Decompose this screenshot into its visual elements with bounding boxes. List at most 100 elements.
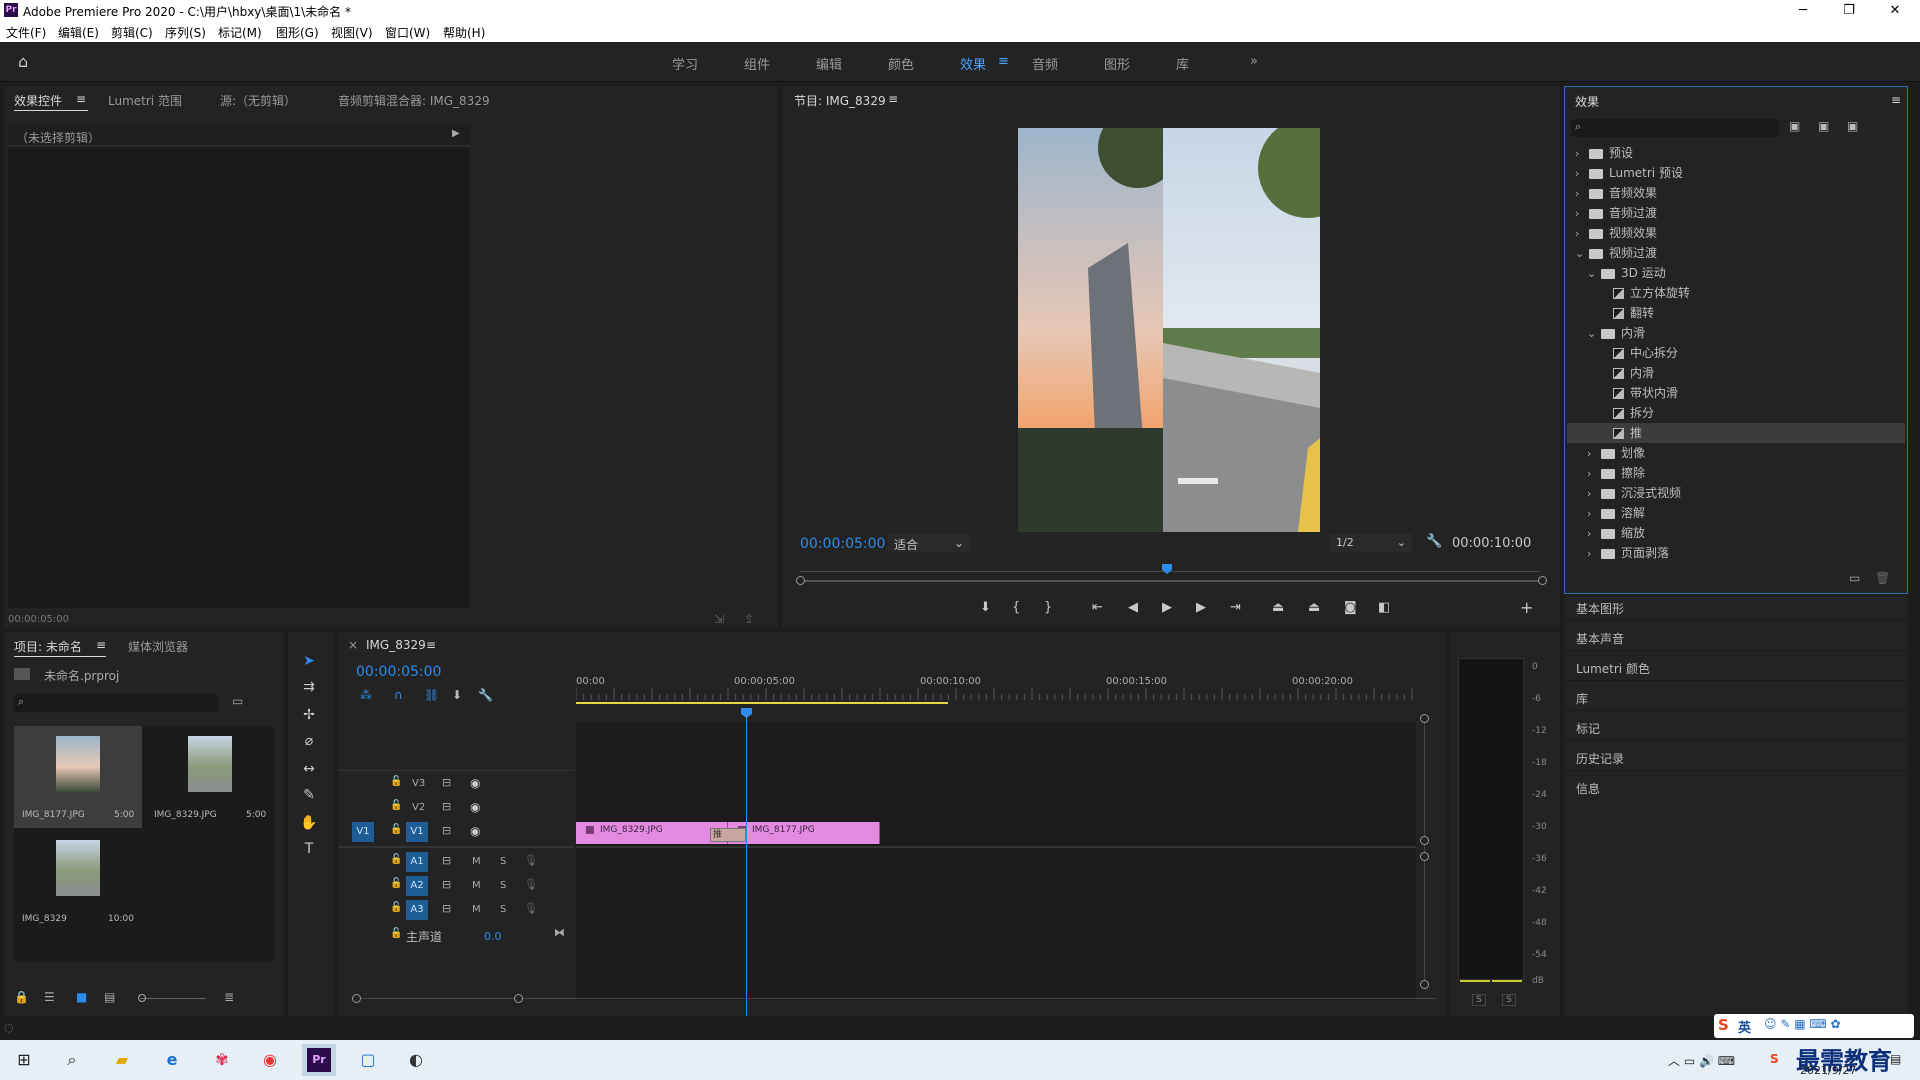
solo-button[interactable]: S [500, 856, 506, 867]
effect-folder[interactable]: › 视频效果 [1567, 223, 1905, 243]
project-item[interactable]: IMG_8329.JPG 5:00 [146, 726, 274, 828]
snap-icon[interactable]: ∩ [394, 688, 403, 702]
effect-folder[interactable]: ⌄ 内滑 [1567, 323, 1905, 343]
workspace-audio[interactable]: 音频 [1032, 54, 1058, 73]
effects-search-input[interactable]: ⌕ [1571, 119, 1779, 137]
microphone-icon[interactable]: 🎙 [524, 878, 538, 891]
eye-icon[interactable]: ◉ [470, 776, 480, 790]
linked-selection-icon[interactable]: ⛓ [424, 688, 439, 702]
vscroll-handle[interactable] [1420, 980, 1429, 989]
edge-browser-icon[interactable]: e [156, 1046, 188, 1074]
camera-icon[interactable]: ◙ [1344, 600, 1357, 615]
project-item[interactable]: IMG_8329 10:00 [14, 830, 142, 932]
track-select-tool-icon[interactable]: ⇉ [298, 676, 320, 698]
tab-source[interactable]: 源:（无剪辑） [220, 92, 296, 109]
chevron-right-icon[interactable]: › [1587, 484, 1597, 504]
eye-icon[interactable]: ◉ [470, 824, 480, 838]
play-triangle-icon[interactable]: ▶ [452, 128, 460, 139]
mute-button[interactable]: M [472, 856, 481, 867]
track-area[interactable] [576, 722, 1416, 1000]
panel-essential-graphics[interactable]: 基本图形 [1576, 600, 1624, 617]
lift-icon[interactable]: ⏏ [1272, 600, 1284, 615]
extract-icon[interactable]: ⏏ [1308, 600, 1320, 615]
menu-help[interactable]: 帮助(H) [443, 24, 485, 41]
effect-item[interactable]: 内滑 [1567, 363, 1905, 383]
effect-folder[interactable]: › 擦除 [1567, 463, 1905, 483]
project-menu-icon[interactable]: ≡ [96, 638, 106, 652]
project-search-input[interactable]: ⌕ [14, 694, 218, 712]
tab-project[interactable]: 项目: 未命名 [14, 638, 82, 655]
tab-effect-controls[interactable]: 效果控件 [14, 92, 62, 109]
menu-file[interactable]: 文件(F) [6, 24, 46, 41]
scroll-handle-right[interactable] [514, 994, 523, 1003]
tab-lumetri-scopes[interactable]: Lumetri 范围 [108, 92, 182, 109]
timeline-ruler[interactable] [576, 676, 1416, 716]
mark-out-icon[interactable]: } [1044, 600, 1052, 615]
menu-graphics[interactable]: 图形(G) [276, 24, 319, 41]
minimize-button[interactable]: ─ [1780, 0, 1826, 22]
compare-icon[interactable]: ◧ [1378, 600, 1390, 615]
razor-tool-icon[interactable]: ⌀ [298, 730, 320, 752]
effect-folder[interactable]: › 划像 [1567, 443, 1905, 463]
lock-icon[interactable]: 🔓 [390, 800, 402, 811]
panel-history[interactable]: 历史记录 [1576, 750, 1624, 767]
effect-folder[interactable]: › 沉浸式视频 [1567, 483, 1905, 503]
workspace-effects[interactable]: 效果 [960, 54, 986, 73]
effect-item[interactable]: 推 [1567, 423, 1905, 443]
trash-icon[interactable]: 🗑 [1875, 571, 1890, 585]
ripple-edit-tool-icon[interactable]: ✢ [298, 704, 320, 726]
chevron-right-icon[interactable]: › [1575, 184, 1585, 204]
file-explorer-icon[interactable]: ▰ [106, 1046, 138, 1074]
32bit-effects-icon[interactable]: ▣ [1818, 119, 1829, 133]
close-button[interactable]: ✕ [1872, 0, 1918, 22]
settings-wrench-icon[interactable]: 🔧 [478, 688, 493, 702]
type-tool-icon[interactable]: T [298, 838, 320, 860]
menu-sequence[interactable]: 序列(S) [165, 24, 206, 41]
sync-lock-icon[interactable]: ⊟ [442, 776, 451, 789]
microphone-icon[interactable]: 🎙 [524, 902, 538, 915]
go-to-out-icon[interactable]: ⇥ [1230, 600, 1241, 615]
zoom-slider-handle[interactable] [138, 994, 146, 1002]
slip-tool-icon[interactable]: ↔ [298, 758, 320, 780]
lock-icon[interactable]: 🔓 [390, 902, 402, 913]
chevron-right-icon[interactable]: › [1587, 524, 1597, 544]
solo-button[interactable]: S [500, 880, 506, 891]
ime-tools-icon[interactable]: ☺ ✎ ▦ ⌨ ✿ [1764, 1017, 1841, 1031]
yuv-effects-icon[interactable]: ▣ [1847, 119, 1858, 133]
eye-icon[interactable]: ◉ [470, 800, 480, 814]
selection-tool-icon[interactable]: ➤ [298, 650, 320, 672]
project-item[interactable]: IMG_8177.JPG 5:00 [14, 726, 142, 828]
premiere-taskbar-icon[interactable]: Pr [307, 1048, 331, 1072]
tab-media-browser[interactable]: 媒体浏览器 [128, 638, 188, 655]
timeline-close-icon[interactable]: × [348, 638, 358, 652]
workspace-menu-icon[interactable]: ≡ [998, 54, 1009, 69]
effect-item[interactable]: 拆分 [1567, 403, 1905, 423]
solo-right-button[interactable]: S [1502, 994, 1516, 1006]
effect-folder[interactable]: › Lumetri 预设 [1567, 163, 1905, 183]
quality-dropdown[interactable]: 1/2 ⌄ [1330, 534, 1412, 552]
ime-mode[interactable]: 英 [1738, 1017, 1751, 1036]
notification-icon[interactable]: ▤ [1890, 1052, 1901, 1066]
transition-push[interactable]: 推 [710, 828, 746, 842]
chevron-right-icon[interactable]: › [1587, 444, 1597, 464]
hand-tool-icon[interactable]: ✋ [298, 812, 320, 834]
playhead-line[interactable] [746, 716, 747, 1016]
chevron-right-icon[interactable]: › [1575, 164, 1585, 184]
track-a3-target[interactable]: A3 [406, 900, 428, 920]
timeline-clip[interactable]: IMG_8177.JPG [728, 822, 880, 844]
effect-item[interactable]: 翻转 [1567, 303, 1905, 323]
sequence-menu-icon[interactable]: ≡ [426, 638, 436, 652]
workspace-color[interactable]: 颜色 [888, 54, 914, 73]
mark-in-icon[interactable]: { [1012, 600, 1020, 615]
nest-icon[interactable]: ⁂ [360, 688, 372, 702]
mute-button[interactable]: M [472, 880, 481, 891]
go-to-in-icon[interactable]: ⇤ [1092, 600, 1103, 615]
workspace-editing[interactable]: 编辑 [816, 54, 842, 73]
panel-essential-sound[interactable]: 基本声音 [1576, 630, 1624, 647]
effect-folder[interactable]: › 页面剥落 [1567, 543, 1905, 563]
chevron-right-icon[interactable]: › [1575, 144, 1585, 164]
zoom-handle-right[interactable] [1538, 576, 1547, 585]
workspace-graphics[interactable]: 图形 [1104, 54, 1130, 73]
menu-view[interactable]: 视图(V) [331, 24, 373, 41]
menu-marker[interactable]: 标记(M) [218, 24, 262, 41]
